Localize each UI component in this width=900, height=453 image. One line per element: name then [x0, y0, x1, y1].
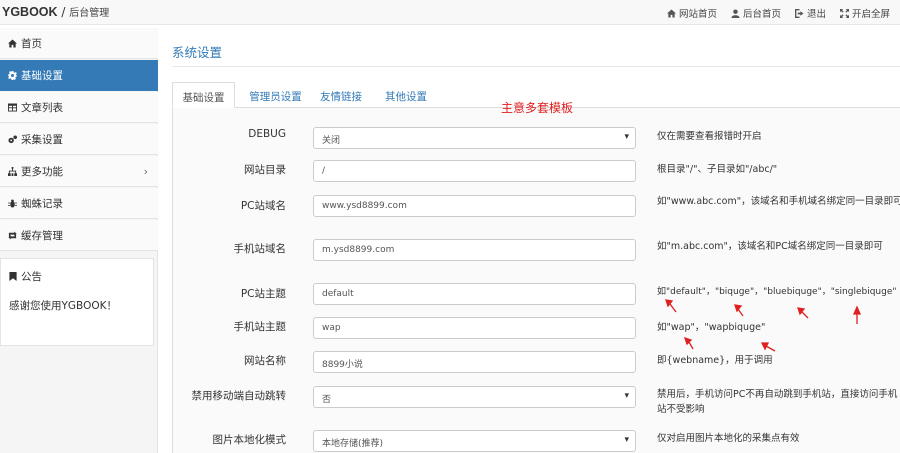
gears-icon [8, 134, 17, 143]
top-nav-logout[interactable]: 退出 [794, 6, 826, 20]
sidebar-item-label: 更多功能 [21, 165, 63, 178]
site-dir-label: 网站目录 [244, 164, 286, 176]
tab-other-settings[interactable]: 其他设置 [378, 82, 434, 108]
sidebar-item-label: 首页 [21, 37, 42, 50]
brand-separator: / [61, 5, 66, 19]
disable-mobile-redirect-label: 禁用移动端自动跳转 [191, 390, 287, 402]
bug-icon [8, 198, 17, 208]
pc-theme-input[interactable]: default [313, 283, 636, 305]
pc-theme-hint: 如"default"，"biquge"，"bluebiquge"，"single… [657, 287, 897, 297]
home-icon [8, 38, 17, 48]
gear-icon [8, 70, 17, 80]
debug-hint: 仅在需要查看报错时开启 [657, 131, 762, 142]
tab-admin-settings[interactable]: 管理员设置 [244, 82, 307, 108]
site-dir-input[interactable]: / [313, 160, 636, 182]
red-annotation: 主意多套模板 [501, 101, 574, 115]
pc-theme-label: PC站主题 [240, 288, 286, 300]
mobile-theme-label: 手机站主题 [233, 321, 287, 333]
image-local-mode-select[interactable]: 本地存储(推荐) [313, 430, 636, 452]
mobile-theme-hint: 如"wap"，"wapbiquge" [657, 322, 766, 333]
top-nav-site-home[interactable]: 网站首页 [666, 6, 717, 20]
top-nav-label: 退出 [806, 9, 826, 20]
sidebar-item-home[interactable]: 首页 [0, 28, 158, 59]
image-local-mode-hint: 仅对启用图片本地化的采集点有效 [657, 433, 800, 444]
brand[interactable]: YGBOOK / 后台管理 [2, 4, 109, 19]
tab-basic-settings[interactable]: 基础设置 [172, 82, 235, 108]
mobile-domain-hint: 如"m.abc.com"，该域名和PC域名绑定同一目录即可 [657, 241, 883, 252]
top-nav-label: 后台首页 [742, 9, 781, 20]
pc-domain-hint: 如"www.abc.com"，该域名和手机域名绑定同一目录即可 [657, 196, 900, 207]
site-dir-hint: 根目录"/"、子目录如"/abc/" [657, 164, 778, 175]
top-nav-label: 开启全屏 [851, 9, 890, 20]
brand-name: YGBOOK [2, 5, 58, 19]
debug-label: DEBUG [248, 128, 286, 140]
sidebar-item-label: 采集设置 [21, 133, 63, 146]
tab-friend-links[interactable]: 友情链接 [313, 82, 369, 108]
notice-title-label: 公告 [21, 271, 42, 283]
title-divider [172, 66, 900, 67]
top-nav: 网站首页 后台首页 退出 开启全屏 [666, 6, 890, 20]
mobile-theme-input[interactable]: wap [313, 317, 636, 339]
user-icon [731, 8, 740, 18]
logout-icon [794, 8, 804, 18]
site-name-input[interactable]: 8899小说 [313, 351, 636, 373]
sidebar-item-basic-settings[interactable]: 基础设置 [0, 60, 158, 91]
fullscreen-icon [839, 8, 849, 18]
mobile-domain-input[interactable]: m.ysd8899.com [313, 239, 636, 261]
debug-select[interactable]: 关闭 [313, 127, 636, 149]
site-name-hint: 即{webname}，用于调用 [657, 355, 773, 366]
mobile-domain-label: 手机站域名 [233, 243, 287, 255]
disable-mobile-redirect-select[interactable]: 否 [313, 386, 636, 408]
disable-mobile-redirect-hint: 禁用后，手机访问PC不再自动跳到手机站，直接访问手机站不受影响 [657, 389, 898, 415]
site-name-label: 网站名称 [244, 355, 286, 367]
bookmark-icon [9, 272, 17, 281]
settings-form: DEBUG 关闭 仅在需要查看报错时开启 网站目录 / 根目录"/"、子目录如"… [172, 108, 900, 453]
table-icon [8, 102, 17, 112]
pc-domain-label: PC站域名 [240, 200, 286, 212]
sidebar-item-label: 文章列表 [21, 101, 63, 114]
home-icon [666, 8, 676, 18]
brand-subtitle: 后台管理 [69, 8, 110, 19]
top-bar: YGBOOK / 后台管理 网站首页 后台首页 退出 开启全屏 [0, 0, 900, 25]
sidebar-item-label: 蜘蛛记录 [21, 197, 63, 210]
sidebar-item-label: 基础设置 [21, 69, 63, 82]
notice-text: 感谢您使用YGBOOK！ [9, 300, 117, 312]
main-content: 系统设置 基础设置 管理员设置 友情链接 其他设置 DEBUG 关闭 仅在需要查… [158, 28, 900, 453]
sitemap-icon [8, 166, 17, 176]
top-nav-admin-home[interactable]: 后台首页 [731, 6, 781, 20]
sidebar-item-label: 缓存管理 [21, 229, 63, 242]
image-local-mode-label: 图片本地化模式 [212, 434, 287, 446]
page-title: 系统设置 [172, 45, 223, 60]
pc-domain-input[interactable]: www.ysd8899.com [313, 195, 636, 217]
top-nav-fullscreen[interactable]: 开启全屏 [839, 6, 890, 20]
notice-title: 公告 [9, 269, 42, 284]
top-nav-label: 网站首页 [678, 9, 717, 20]
sidebar-item-article-list[interactable]: 文章列表 [0, 92, 158, 123]
refresh-icon [8, 230, 17, 240]
